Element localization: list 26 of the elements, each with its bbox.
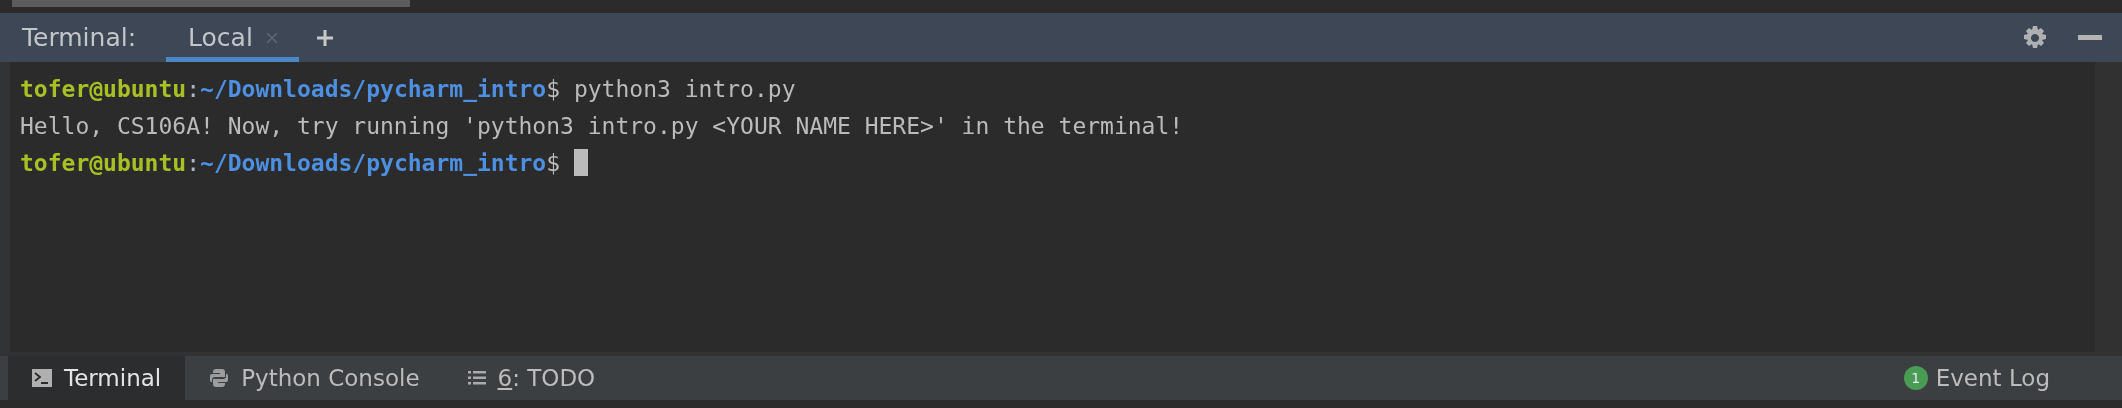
prompt-user: tofer@ubuntu (20, 75, 187, 102)
prompt-path: ~/Downloads/pycharm_intro (200, 149, 547, 176)
settings-icon[interactable] (2022, 24, 2048, 51)
list-icon (467, 370, 486, 386)
panel-title: Terminal: (22, 23, 137, 52)
scrollbar-thumb[interactable] (12, 0, 410, 7)
command-text: python3 intro.py (572, 75, 796, 102)
terminal-output[interactable]: tofer@ubuntu:~/Downloads/pycharm_intro$ python3 intro.py Hello, CS106A! Now, try running 'python3 intro.py <YOUR NAME HERE>' in the terminal! tofer@ubuntu:~/Downloads/pycharm_intro$ (10, 62, 2095, 352)
tool-window-button[interactable]: 6: TODO (443, 356, 620, 400)
prompt-path: ~/Downloads/pycharm_intro (200, 75, 547, 102)
prompt-symbol: $ (546, 149, 561, 176)
notification-badge: 1 (1903, 366, 1928, 390)
tool-window-button[interactable]: Terminal (8, 356, 186, 400)
python-icon (209, 368, 230, 388)
prompt-symbol: $ (546, 75, 561, 102)
text-cursor (574, 149, 589, 176)
prompt-separator: : (186, 149, 201, 176)
minimize-icon[interactable] (2078, 34, 2102, 41)
scrollbar-track[interactable] (2095, 62, 2122, 352)
event-log-button[interactable]: 1 Event Log (1879, 356, 2074, 400)
add-icon[interactable] (314, 27, 335, 48)
prompt-separator: : (186, 75, 201, 102)
output-text: Hello, CS106A! Now, try running 'python3 intro.py <YOUR NAME HERE>' in the terminal! (20, 112, 1184, 139)
tool-window-button[interactable]: Python Console (185, 356, 444, 400)
prompt-user: tofer@ubuntu (20, 149, 187, 176)
terminal-icon (32, 369, 52, 387)
